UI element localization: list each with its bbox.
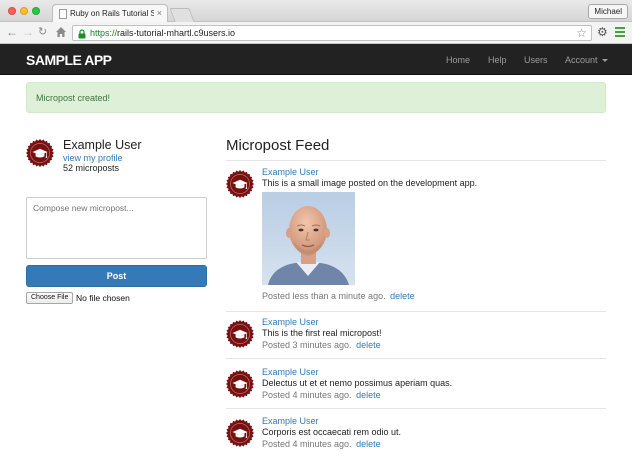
url-text: https://rails-tutorial-mhartl.c9users.io [90, 28, 235, 38]
feed-gravatar-icon[interactable] [226, 170, 254, 198]
site-logo[interactable]: SAMPLE APP [26, 52, 112, 68]
hamburger-menu-icon[interactable] [615, 27, 625, 37]
view-profile-link[interactable]: view my profile [63, 153, 123, 163]
feed-divider [226, 408, 606, 409]
feed-item-content: This is a small image posted on the deve… [262, 178, 478, 188]
window-zoom-button[interactable] [32, 7, 40, 15]
micropost-count: 52 microposts [63, 163, 120, 173]
delete-link[interactable]: delete [356, 340, 381, 350]
feed-gravatar-icon[interactable] [226, 419, 254, 447]
feed-item-content: Corporis est occaecati rem odio ut. [262, 427, 402, 437]
nav-account-label: Account [565, 55, 598, 65]
address-bar[interactable]: https://rails-tutorial-mhartl.c9users.io… [72, 25, 592, 41]
feed-item-user-link[interactable]: Example User [262, 317, 319, 327]
feed-divider [226, 311, 606, 312]
browser-toolbar: ← → ↻ https://rails-tutorial-mhartl.c9us… [0, 22, 632, 44]
browser-tab[interactable]: Ruby on Rails Tutorial Samp × [52, 4, 168, 23]
nav-home-link[interactable]: Home [446, 55, 470, 65]
feed-gravatar-icon[interactable] [226, 320, 254, 348]
url-host: rails-tutorial-mhartl.c9users.io [117, 28, 236, 38]
lock-icon [77, 29, 87, 39]
reload-icon[interactable]: ↻ [38, 26, 47, 39]
feed-item-timestamp: Posted 4 minutes ago. delete [262, 439, 381, 449]
user-name: Example User [63, 138, 142, 152]
feed-divider [226, 160, 606, 161]
user-gravatar-icon[interactable] [26, 139, 54, 167]
feed-gravatar-icon[interactable] [226, 370, 254, 398]
browser-titlebar: Ruby on Rails Tutorial Samp × Michael [0, 0, 632, 23]
post-button[interactable]: Post [26, 265, 207, 287]
nav-users-link[interactable]: Users [524, 55, 548, 65]
feed-title: Micropost Feed [226, 137, 330, 154]
delete-link[interactable]: delete [390, 291, 415, 301]
arrow-left-icon[interactable]: ← [6, 26, 18, 39]
gear-icon[interactable]: ⚙ [597, 26, 608, 39]
feed-item-timestamp: Posted 3 minutes ago. delete [262, 340, 381, 350]
tab-title: Ruby on Rails Tutorial Samp [70, 9, 154, 18]
browser-profile-button[interactable]: Michael [588, 4, 628, 19]
feed-item-time: Posted less than a minute ago. [262, 291, 386, 301]
new-tab-button[interactable] [169, 8, 195, 22]
caret-down-icon [601, 59, 608, 62]
feed-item-user-link[interactable]: Example User [262, 367, 319, 377]
home-icon[interactable] [54, 25, 68, 39]
feed-item-time: Posted 4 minutes ago. [262, 390, 352, 400]
star-icon[interactable]: ☆ [576, 26, 587, 40]
micropost-photo [262, 192, 355, 285]
nav-help-link[interactable]: Help [488, 55, 507, 65]
site-navbar: SAMPLE APP Home Help Users Account [0, 44, 632, 75]
window-minimize-button[interactable] [20, 7, 28, 15]
feed-item-timestamp: Posted less than a minute ago. delete [262, 291, 415, 301]
feed-item-content: Delectus ut et et nemo possimus aperiam … [262, 378, 453, 388]
choose-file-button[interactable]: Choose File [26, 292, 74, 304]
feed-item-user-link[interactable]: Example User [262, 416, 319, 426]
no-file-chosen-label: No file chosen [76, 293, 130, 303]
url-scheme: https:// [90, 28, 118, 38]
feed-divider [226, 358, 606, 359]
flash-success-alert: Micropost created! [26, 82, 606, 113]
delete-link[interactable]: delete [356, 439, 381, 449]
feed-item-time: Posted 3 minutes ago. [262, 340, 352, 350]
tab-close-icon[interactable]: × [157, 8, 162, 18]
feed-item-user-link[interactable]: Example User [262, 167, 319, 177]
micropost-compose-input[interactable] [26, 197, 207, 259]
window-close-button[interactable] [8, 7, 16, 15]
feed-item-timestamp: Posted 4 minutes ago. delete [262, 390, 381, 400]
nav-account-dropdown[interactable]: Account [565, 55, 608, 65]
feed-item-content: This is the first real micropost! [262, 328, 382, 338]
page-favicon-icon [59, 9, 67, 19]
arrow-right-icon[interactable]: → [22, 26, 34, 39]
delete-link[interactable]: delete [356, 390, 381, 400]
feed-item-time: Posted 4 minutes ago. [262, 439, 352, 449]
